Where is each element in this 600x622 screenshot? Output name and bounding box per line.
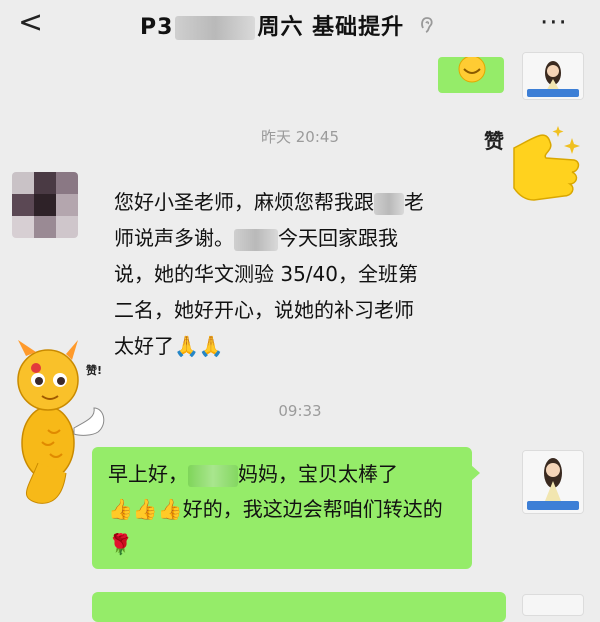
sender-avatar[interactable] [12,172,78,238]
chat-header: < P3 周六 基础提升 ··· [0,0,600,46]
blurred-title-segment [175,16,256,40]
dragon-zan-text: 赞! [85,363,102,377]
timestamp: 09:33 [278,402,322,420]
smiley-icon [458,55,486,83]
blurred-name [188,464,238,487]
message-text: 妈妈，宝贝太棒了 [238,462,398,486]
message-text: 您好小圣老师，麻烦您帮我跟 [114,190,374,214]
title-suffix: 周六 基础提升 [257,15,405,40]
message-text: 早上好， [108,462,188,486]
chat-title: P3 周六 基础提升 [140,9,435,41]
teacher-avatar[interactable] [522,594,584,616]
teacher-avatar[interactable] [522,450,584,514]
incoming-message[interactable]: 您好小圣老师，麻烦您帮我跟 老师说声多谢。 今天回家跟我说，她的华文测验 35/40… [92,168,452,380]
next-message-bubble [92,592,506,622]
zan-sticker-text: 赞 [484,129,504,153]
title-prefix: P3 [140,15,174,40]
ear-icon [412,17,435,39]
blurred-name [234,228,278,251]
teacher-avatar[interactable] [522,52,584,100]
outgoing-message[interactable]: 早上好， 妈妈，宝贝太棒了 👍👍👍好的，我这边会帮咱们转达的 🌹 [92,447,480,569]
rose-emoji: 🌹 [108,532,133,556]
pray-emoji: 🙏🙏 [174,334,224,358]
back-icon[interactable]: < [18,8,43,38]
previous-message-bubble [438,55,504,93]
thumbs-up-emoji: 👍👍👍 [108,497,183,521]
message-text: 好的，我这边会帮咱们转达的 [182,497,443,521]
blurred-name [374,192,404,215]
more-options-icon[interactable]: ··· [540,8,568,38]
thumbs-up-sticker: 赞 [483,118,594,222]
